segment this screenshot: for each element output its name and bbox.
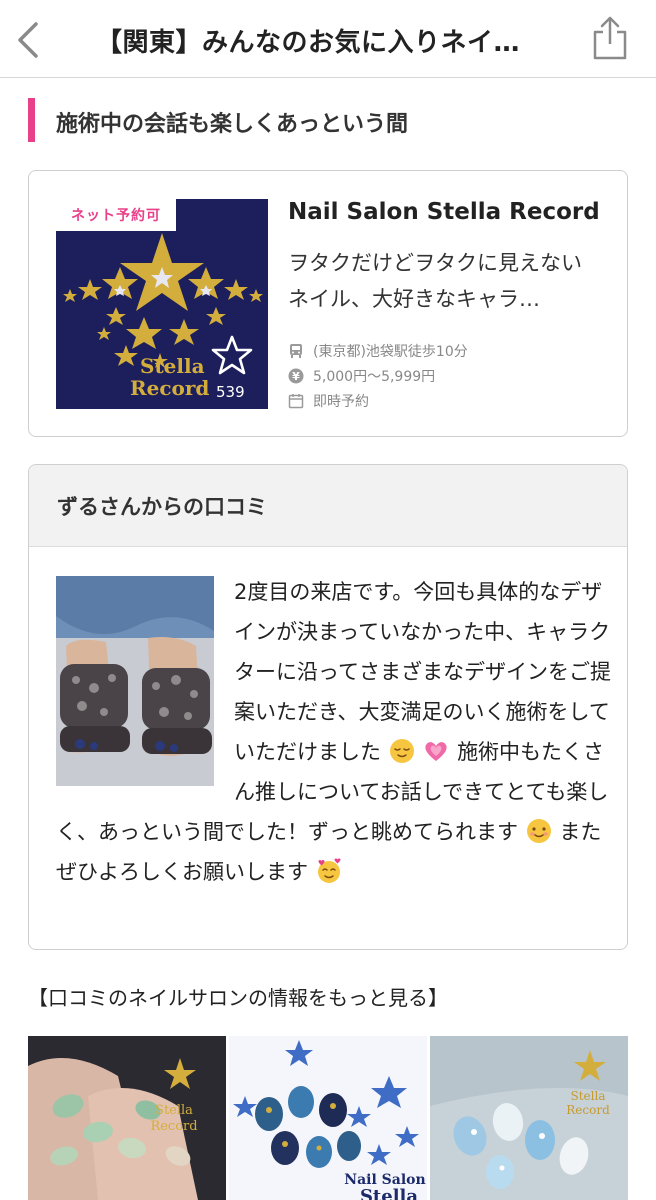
back-button[interactable]: [10, 18, 46, 62]
share-button[interactable]: [588, 14, 632, 62]
salon-card[interactable]: ネット予約可 Stella Record 539 Nail Salon Stel…: [28, 170, 628, 437]
section-heading: 施術中の会話も楽しくあっという間: [28, 98, 628, 142]
share-icon: [593, 16, 627, 60]
nail-photo-3: Stella Record: [430, 1036, 628, 1200]
section-heading-text: 施術中の会話も楽しくあっという間: [56, 112, 409, 137]
bus-icon: [288, 343, 304, 359]
salon-access-row: (東京都)池袋駅徒歩10分: [288, 341, 468, 361]
salon-price-row: ¥ 5,000円〜5,999円: [288, 366, 435, 386]
calendar-icon: [288, 393, 304, 409]
gallery-thumb-3[interactable]: Stella Record: [430, 1036, 628, 1200]
gallery-thumb-1[interactable]: Stella Record: [28, 1036, 226, 1200]
top-nav-bar: 【関東】みんなのお気に入りネイ…: [0, 0, 656, 78]
salon-price-text: 5,000円〜5,999円: [313, 369, 436, 385]
salon-photo-gallery: Stella Record Nail Salon Stella Stella R…: [28, 1036, 628, 1200]
nail-photo-2: Nail Salon Stella: [229, 1036, 427, 1200]
review-photo-spacer: [56, 572, 234, 794]
section-accent-bar: [28, 98, 35, 142]
star-outline-icon[interactable]: [210, 334, 254, 378]
review-heading: ずるさんからの口コミ: [57, 495, 267, 519]
smiling-face-with-hearts-emoji-icon: [317, 858, 341, 883]
relieved-face-emoji-icon: [389, 739, 414, 763]
page-title: 【関東】みんなのお気に入りネイ…: [96, 28, 521, 58]
salon-logo-image[interactable]: ネット予約可 Stella Record 539: [56, 199, 268, 409]
yen-icon: ¥: [288, 368, 304, 384]
more-salon-info-link[interactable]: 【口コミのネイルサロンの情報をもっと見る】: [28, 982, 448, 1011]
svg-text:¥: ¥: [292, 370, 300, 383]
salon-access-text: (東京都)池袋駅徒歩10分: [313, 344, 468, 360]
smiling-face-emoji-icon: [526, 819, 551, 843]
thumb3-logo-line2: Record: [566, 1103, 610, 1117]
net-booking-badge: ネット予約可: [56, 199, 176, 231]
thumb3-logo-line1: Stella: [571, 1089, 606, 1103]
favorite-count: 539: [216, 383, 245, 401]
review-card: ずるさんからの口コミ 2度目の来店です。今回も具体的なデザインが決まっていなかっ…: [28, 464, 628, 950]
salon-logo-text-line2: Record: [130, 376, 210, 400]
review-text-part1: 2度目の来店です。今回も具体的なデザインが決まっていなかった中、キャラクターに沿…: [234, 580, 611, 764]
growing-heart-emoji-icon: [425, 742, 447, 761]
salon-booking-text: 即時予約: [313, 394, 369, 410]
salon-booking-row: 即時予約: [288, 391, 369, 411]
gallery-thumb-2[interactable]: Nail Salon Stella: [229, 1036, 427, 1200]
salon-logo-text-line1: Stella: [140, 354, 205, 378]
salon-description: ヲタクだけどヲタクに見えないネイル、大好きなキャラ…: [288, 251, 582, 311]
thumb1-logo-line1: Stella: [155, 1103, 193, 1118]
nail-photo-1: Stella Record: [28, 1036, 226, 1200]
salon-name[interactable]: Nail Salon Stella Record: [288, 199, 600, 225]
thumb2-caption-line2: Stella: [360, 1186, 418, 1200]
chevron-left-icon: [18, 22, 38, 58]
thumb1-logo-line2: Record: [150, 1119, 197, 1134]
review-text: 2度目の来店です。今回も具体的なデザインが決まっていなかった中、キャラクターに沿…: [56, 572, 616, 892]
review-header: ずるさんからの口コミ: [29, 465, 627, 547]
